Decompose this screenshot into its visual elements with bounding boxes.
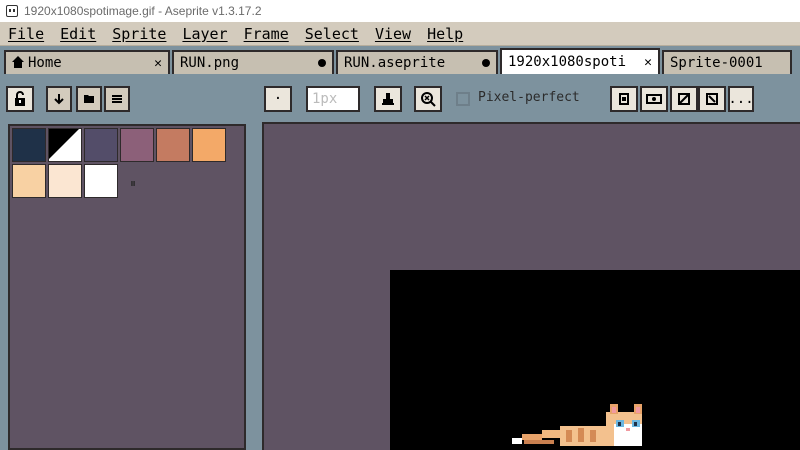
frame-icon[interactable] [640,86,668,112]
window-titlebar: 1920x1080spotimage.gif - Aseprite v1.3.1… [0,0,800,22]
tab-run-aseprite-label: RUN.aseprite [344,55,446,71]
tab-active-label: 1920x1080spoti [508,54,627,70]
close-icon[interactable]: ✕ [638,55,652,70]
tab-run-png[interactable]: RUN.png [172,50,334,74]
menu-frame[interactable]: Frame [236,25,297,43]
panel-divider[interactable] [246,120,262,450]
menu-edit[interactable]: Edit [52,25,104,43]
palette-swatch-6[interactable] [12,164,46,198]
menu-view[interactable]: View [367,25,419,43]
brush-type-button[interactable]: · [264,86,292,112]
palette-panel: ⏸ [8,124,246,450]
window-title: 1920x1080spotimage.gif - Aseprite v1.3.1… [24,4,262,18]
tab-1920x1080spotimage[interactable]: 1920x1080spoti ✕ [500,48,660,74]
menu-icon[interactable] [104,86,130,112]
tab-run-png-label: RUN.png [180,55,240,71]
unsaved-dot-icon [312,56,326,71]
lock-icon[interactable] [6,86,34,112]
cat-sprite-image [512,404,642,446]
brush-size-input[interactable]: 1px [306,86,360,112]
transform-icon[interactable] [698,86,726,112]
ink-icon[interactable] [374,86,402,112]
tab-run-aseprite[interactable]: RUN.aseprite [336,50,498,74]
tab-bar: Home ✕ RUN.png RUN.aseprite 1920x1080spo… [0,46,800,74]
pixel-perfect-checkbox[interactable] [456,92,470,106]
menu-help[interactable]: Help [419,25,471,43]
palette-swatch-4[interactable] [156,128,190,162]
tab-home-label: Home [28,55,62,71]
more-options-label: ... [728,91,754,107]
palette-swatch-3[interactable] [120,128,154,162]
menu-bar: File Edit Sprite Layer Frame Select View… [0,22,800,46]
symmetry-icon[interactable] [414,86,442,112]
pixel-perfect-label: Pixel-perfect [478,90,580,105]
palette-swatch-8[interactable] [84,164,118,198]
menu-sprite[interactable]: Sprite [104,25,174,43]
home-icon [12,56,24,68]
tab-sprite-0001[interactable]: Sprite-0001 [662,50,792,74]
palette-swatch-7[interactable] [48,164,82,198]
close-icon[interactable]: ✕ [148,56,162,71]
aseprite-app-icon [6,5,18,17]
menu-file[interactable]: File [0,25,52,43]
tab-home[interactable]: Home ✕ [4,50,170,74]
palette-swatch-5[interactable] [192,128,226,162]
menu-layer[interactable]: Layer [174,25,235,43]
left-margin [0,120,8,450]
menu-select[interactable]: Select [297,25,367,43]
brush-size-placeholder: 1px [312,91,338,107]
folder-icon[interactable] [76,86,102,112]
layer-icon[interactable] [610,86,638,112]
arrow-down-icon[interactable] [46,86,72,112]
palette-resize-handle[interactable]: ⏸ [130,176,136,191]
palette-swatch-2[interactable] [84,128,118,162]
palette-swatch-0[interactable] [12,128,46,162]
brush-type-value: · [273,91,283,107]
tab-sprite-label: Sprite-0001 [670,55,763,71]
more-options-button[interactable]: ... [728,86,754,112]
palette-swatch-selected[interactable] [48,128,82,162]
selection-icon[interactable] [670,86,698,112]
unsaved-dot-icon [476,56,490,71]
